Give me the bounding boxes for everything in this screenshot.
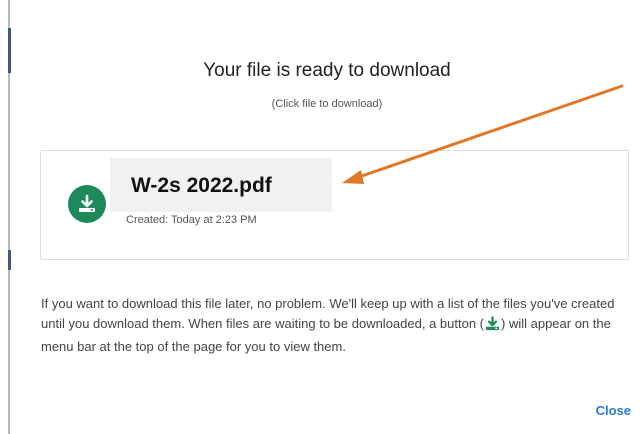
file-download-card[interactable]: W-2s 2022.pdf Created: Today at 2:23 PM: [40, 150, 629, 260]
dialog-subtitle: (Click file to download): [271, 98, 383, 110]
download-dialog: Your file is ready to download (Click fi…: [11, 0, 643, 434]
download-icon[interactable]: [68, 185, 106, 223]
download-info-text: If you want to download this file later,…: [41, 294, 641, 357]
dialog-title: Your file is ready to download: [203, 60, 451, 81]
download-button-icon: [485, 316, 500, 337]
file-name[interactable]: W-2s 2022.pdf: [131, 174, 272, 198]
close-button[interactable]: Close: [596, 403, 631, 418]
file-created-date: Created: Today at 2:23 PM: [126, 214, 257, 226]
